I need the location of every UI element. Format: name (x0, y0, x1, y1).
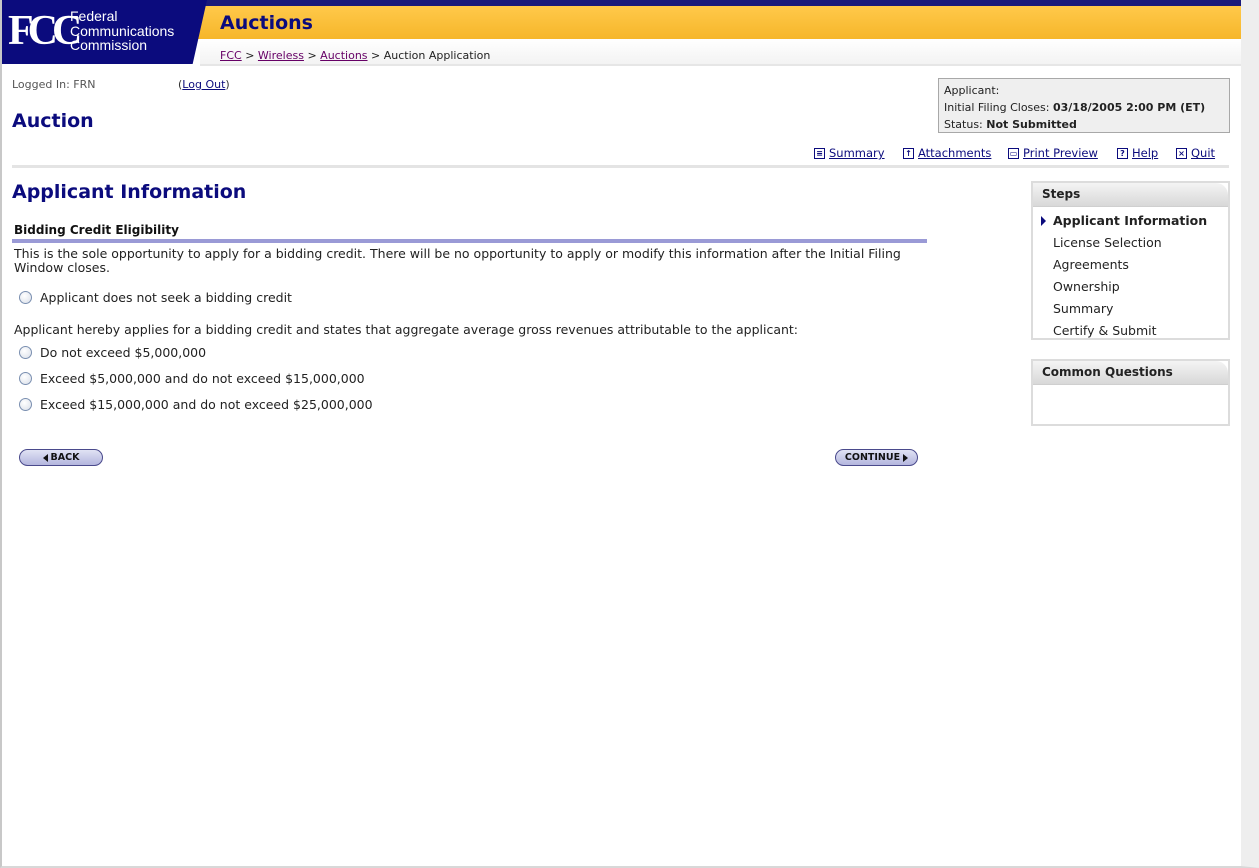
fcc-logo[interactable]: FCC Federal Communications Commission (2, 0, 207, 64)
steps-panel: Steps Applicant Information License Sele… (1031, 181, 1230, 340)
radio-option-1[interactable]: Do not exceed $5,000,000 (19, 345, 206, 360)
back-button[interactable]: BACK (19, 449, 103, 466)
quit-link[interactable]: Quit (1191, 146, 1215, 160)
breadcrumb-separator: > (245, 49, 255, 62)
radio-button[interactable] (19, 398, 32, 411)
radio-no-credit[interactable]: Applicant does not seek a bidding credit (19, 290, 292, 305)
step-license-selection[interactable]: License Selection (1033, 233, 1228, 255)
paren-close: ) (225, 78, 230, 91)
agency-line: Commission (70, 37, 148, 53)
logged-in-label: Logged In: FRN (12, 78, 96, 91)
breadcrumb-current: Auction Application (383, 49, 491, 62)
print-preview-link[interactable]: Print Preview (1023, 146, 1098, 160)
status-line: Status: Not Submitted (944, 116, 1229, 133)
filing-close-label: Initial Filing Closes: (944, 101, 1050, 114)
application-status-box: Applicant: Initial Filing Closes: 03/18/… (938, 78, 1230, 133)
back-button-label: BACK (50, 452, 80, 463)
radio-button[interactable] (19, 291, 32, 304)
help-link[interactable]: Help (1132, 146, 1158, 160)
page-title: Auction (12, 110, 94, 132)
breadcrumb-fcc[interactable]: FCC (220, 49, 242, 62)
agency-line: Communications (70, 22, 175, 39)
breadcrumb-bar: FCC > Wireless > Auctions > Auction Appl… (200, 39, 1241, 66)
breadcrumb-separator: > (371, 49, 381, 62)
header-divider (12, 165, 1229, 168)
credit-statement: Applicant hereby applies for a bidding c… (14, 322, 799, 337)
help-icon: ? (1117, 147, 1128, 159)
toolbar-print-preview[interactable]: ▭ Print Preview (1008, 146, 1098, 160)
filing-close-value: 03/18/2005 2:00 PM (ET) (1052, 101, 1206, 114)
radio-label: Do not exceed $5,000,000 (40, 345, 207, 360)
site-header: Auctions FCC > Wireless > Auctions > Auc… (2, 0, 1241, 66)
step-certify-submit[interactable]: Certify & Submit (1033, 321, 1228, 343)
common-questions-title: Common Questions (1033, 361, 1228, 385)
attachments-icon: ↑ (903, 147, 914, 159)
step-applicant-information[interactable]: Applicant Information (1033, 211, 1228, 233)
radio-option-2[interactable]: Exceed $5,000,000 and do not exceed $15,… (19, 371, 365, 386)
continue-button-label: CONTINUE (844, 452, 901, 463)
steps-list: Applicant Information License Selection … (1033, 207, 1228, 343)
arrow-left-icon (42, 453, 48, 462)
fcc-logo-letters: FCC (8, 8, 82, 54)
agency-name: Federal Communications Commission (70, 9, 174, 53)
breadcrumb-auctions[interactable]: Auctions (320, 49, 367, 62)
section-title: Applicant Information (12, 181, 247, 203)
title-bar: Auctions (198, 6, 1241, 39)
step-summary[interactable]: Summary (1033, 299, 1228, 321)
toolbar-help[interactable]: ? Help (1117, 146, 1158, 160)
status-value: Not Submitted (986, 118, 1077, 131)
radio-label: Applicant does not seek a bidding credit (40, 290, 292, 305)
radio-label: Exceed $5,000,000 and do not exceed $15,… (40, 371, 365, 386)
agency-line: Federal (70, 8, 118, 24)
breadcrumb-separator: > (307, 49, 317, 62)
breadcrumb: FCC > Wireless > Auctions > Auction Appl… (220, 49, 490, 62)
applicant-label: Applicant: (944, 84, 1000, 97)
breadcrumb-wireless[interactable]: Wireless (258, 49, 304, 62)
status-label: Status: (944, 118, 983, 131)
logout-wrapper: (Log Out) (178, 78, 230, 91)
filing-close-line: Initial Filing Closes: 03/18/2005 2:00 P… (944, 99, 1229, 116)
site-title: Auctions (220, 12, 313, 34)
summary-link[interactable]: Summary (829, 146, 885, 160)
radio-option-3[interactable]: Exceed $15,000,000 and do not exceed $25… (19, 397, 373, 412)
attachments-link[interactable]: Attachments (918, 146, 991, 160)
quit-icon: × (1176, 147, 1187, 159)
radio-button[interactable] (19, 346, 32, 359)
printer-icon: ▭ (1008, 147, 1019, 159)
subsection-heading: Bidding Credit Eligibility (14, 223, 179, 237)
subsection-rule (12, 239, 927, 243)
arrow-right-icon (903, 453, 909, 462)
intro-text: This is the sole opportunity to apply fo… (14, 246, 901, 275)
continue-button[interactable]: CONTINUE (835, 449, 918, 466)
summary-icon: ≡ (814, 147, 825, 159)
common-questions-panel: Common Questions (1031, 359, 1230, 426)
radio-label: Exceed $15,000,000 and do not exceed $25… (40, 397, 373, 412)
steps-title: Steps (1033, 183, 1228, 207)
step-ownership[interactable]: Ownership (1033, 277, 1228, 299)
toolbar-attachments[interactable]: ↑ Attachments (903, 146, 991, 160)
toolbar-quit[interactable]: × Quit (1176, 146, 1215, 160)
toolbar-summary[interactable]: ≡ Summary (814, 146, 885, 160)
step-agreements[interactable]: Agreements (1033, 255, 1228, 277)
radio-button[interactable] (19, 372, 32, 385)
logout-link[interactable]: Log Out (182, 78, 225, 91)
